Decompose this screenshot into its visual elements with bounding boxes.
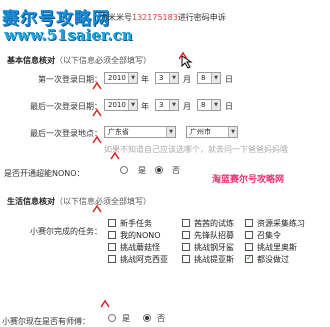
task-label: 先锋队招募 [194,231,234,240]
city-value: 广州市 [190,128,211,136]
life-info-heading: 生活信息核对（以下信息必须全部填写） [7,196,151,207]
account-number: 132175183 [132,13,178,22]
first-login-day-select[interactable]: 8 ▼ [197,72,221,84]
life-info-title: 生活信息核对 [7,197,55,206]
last-login-day-select[interactable]: 8 ▼ [197,99,221,111]
tasks-label: 小赛尔完成的任务： [30,227,102,236]
title-suffix: 进行密码申诉 [177,13,226,22]
last-login-month-select[interactable]: 3 ▼ [155,99,179,111]
super-nono-label: 是否开通超能NONO： [4,169,85,178]
task-checkbox[interactable] [108,243,116,251]
site-watermark: 淘蓝赛尔号攻略网 [212,175,285,185]
chevron-down-icon: ▼ [128,100,137,110]
task-checkbox-checked[interactable] [245,253,253,263]
unit-year: 年 [141,75,149,84]
super-nono-no-radio[interactable] [155,166,163,174]
title-prefix: 为米米号 [100,13,132,22]
task-checkbox[interactable] [182,243,190,251]
red-pointer-icon [178,52,188,60]
first-login-year-value: 2010 [108,74,126,82]
red-pointer-icon [110,152,120,160]
super-nono-no-label: 否 [172,166,180,175]
task-checkbox[interactable] [245,243,253,251]
first-login-day-value: 8 [201,74,206,82]
life-info-note: （以下信息必须全部填写） [55,197,151,206]
unit-month: 月 [183,102,191,111]
chevron-down-icon: ▼ [211,100,220,110]
chevron-down-icon: ▼ [169,100,178,110]
place-hint: 如果不知道自己应该选哪个，就去问一下爸爸妈妈哦 [104,145,288,154]
chevron-down-icon: ▼ [211,73,220,83]
city-select[interactable]: 广州市 ▼ [186,126,238,138]
basic-info-note: （以下信息必须全部填写） [55,56,151,65]
red-pointer-icon [92,82,102,90]
red-pointer-icon [100,300,110,308]
last-login-year-value: 2010 [108,101,126,109]
chevron-down-icon: ▼ [166,127,175,137]
last-place-label: 最后一次登录地点： [30,129,102,138]
province-select[interactable]: 广东省 ▼ [104,126,176,138]
task-label: 挑战提亚斯 [194,255,234,264]
task-label: 挑战阿克西亚 [120,255,168,264]
chevron-down-icon: ▼ [169,73,178,83]
task-label: 新手任务 [120,219,152,228]
basic-info-heading: 基本信息核对（以下信息必须全部填写） [7,55,151,66]
mentor-no-label: 否 [157,314,165,323]
last-login-day-value: 8 [201,101,206,109]
mentor-yes-label: 是 [122,314,130,323]
task-checkbox[interactable] [182,231,190,239]
basic-info-title: 基本信息核对 [7,56,55,65]
super-nono-yes-label: 是 [138,166,146,175]
unit-day: 日 [225,75,233,84]
unit-day: 日 [225,102,233,111]
task-label: 都没做过 [257,255,289,264]
last-login-label: 最后一次登录日期： [30,102,102,111]
unit-month: 月 [183,75,191,84]
task-label: 挑战蘑菇怪 [120,243,160,252]
red-pointer-icon [92,205,102,213]
mentor-label: 小赛尔现在是否有师傅： [2,317,90,326]
red-pointer-icon [92,109,102,117]
first-login-year-select[interactable]: 2010 ▼ [104,72,138,84]
task-label: 我的NONO [120,231,161,240]
task-checkbox[interactable] [182,219,190,227]
red-pointer-icon [92,136,102,144]
task-checkbox[interactable] [182,255,190,263]
task-label: 挑战钢牙鲨 [194,243,234,252]
task-checkbox[interactable] [108,219,116,227]
last-login-year-select[interactable]: 2010 ▼ [104,99,138,111]
page-title: 为米米号132175183进行密码申诉 [100,12,226,23]
task-label: 资源采集练习 [257,219,305,228]
unit-year: 年 [141,102,149,111]
first-login-month-select[interactable]: 3 ▼ [155,72,179,84]
mentor-yes-radio[interactable] [108,314,116,322]
task-checkbox[interactable] [245,231,253,239]
first-login-month-value: 3 [159,74,164,82]
task-checkbox[interactable] [108,255,116,263]
last-login-month-value: 3 [159,101,164,109]
site-url-watermark: www.51saier.cn [4,26,133,44]
task-checkbox[interactable] [108,231,116,239]
task-checkbox[interactable] [245,219,253,227]
super-nono-yes-radio[interactable] [120,166,128,174]
province-value: 广东省 [108,128,129,136]
chevron-down-icon: ▼ [228,127,237,137]
mentor-no-radio[interactable] [143,314,151,322]
task-label: 茜茜的试炼 [194,219,234,228]
task-label: 召集令 [257,231,281,240]
task-label: 挑战里奥斯 [257,243,297,252]
chevron-down-icon: ▼ [128,73,137,83]
